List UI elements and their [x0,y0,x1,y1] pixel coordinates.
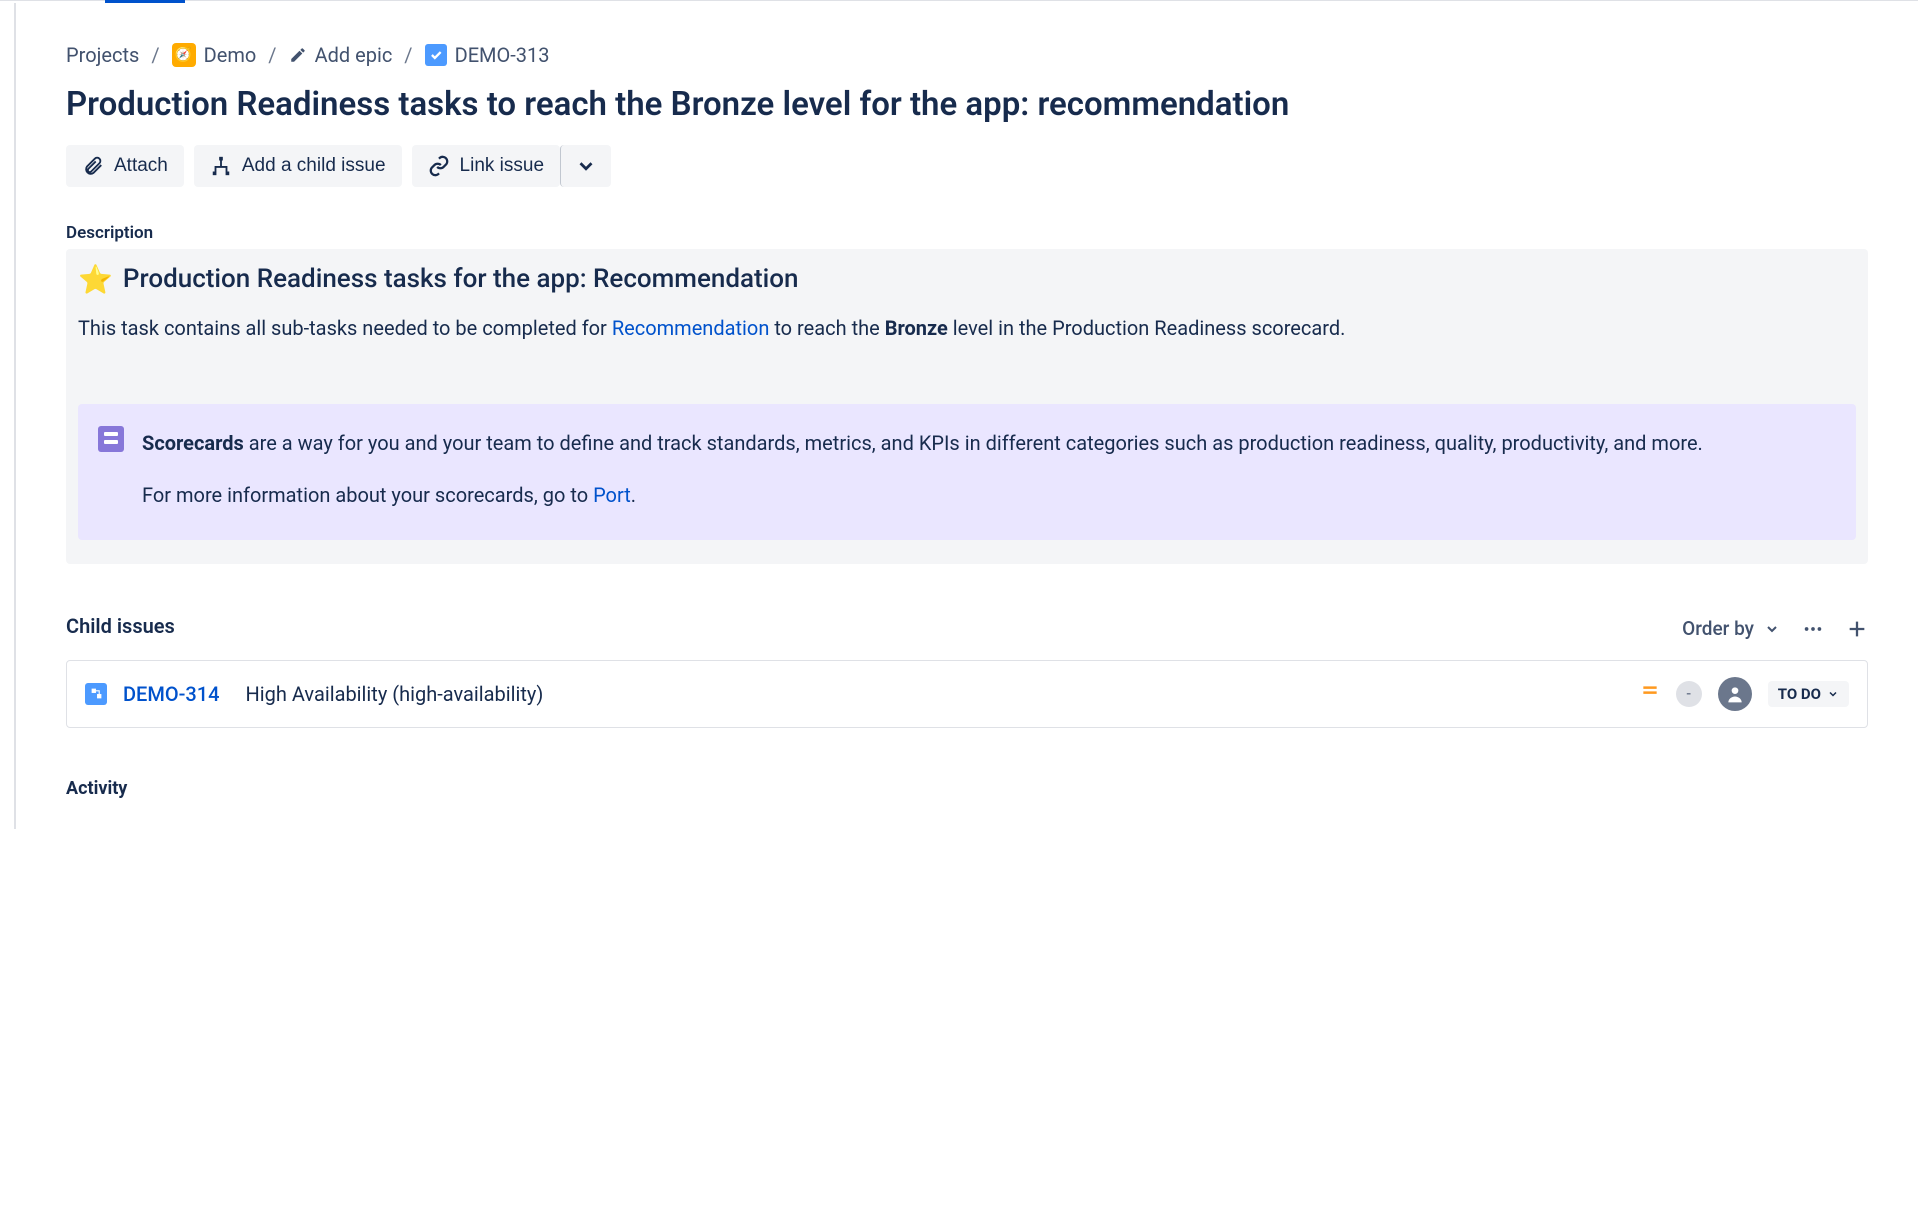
attach-button[interactable]: Attach [66,145,184,187]
breadcrumb-separator: / [268,43,276,67]
star-icon: ⭐ [78,263,113,296]
link-icon [428,155,450,177]
breadcrumb-issue[interactable]: DEMO-313 [425,43,550,67]
port-link[interactable]: Port [593,483,631,507]
description-panel[interactable]: ⭐ Production Readiness tasks for the app… [66,249,1868,564]
page-title[interactable]: Production Readiness tasks to reach the … [66,85,1868,125]
description-body: This task contains all sub-tasks needed … [78,312,1856,344]
breadcrumb-issue-key: DEMO-313 [455,43,550,67]
issue-actions: Attach Add a child issue Link issue [66,145,1868,187]
child-issues-label: Child issues [66,614,175,638]
child-issues-header: Child issues Order by [66,614,1868,644]
add-child-issue-inline-button[interactable] [1846,618,1868,640]
pencil-icon [289,46,307,64]
child-issue-icon [210,155,232,177]
chevron-down-icon [575,155,597,177]
priority-medium-icon [1640,681,1660,706]
breadcrumb-project-name: Demo [204,43,257,67]
breadcrumb-epic[interactable]: Add epic [289,43,393,67]
child-issue-summary[interactable]: High Availability (high-availability) [246,682,1624,706]
description-heading: ⭐ Production Readiness tasks for the app… [78,263,1856,296]
info-panel-text: Scorecards are a way for you and your te… [142,426,1703,512]
add-child-label: Add a child issue [242,155,386,177]
link-issue-more-button[interactable] [560,145,611,187]
chevron-down-icon [1764,621,1780,637]
child-more-actions-button[interactable] [1802,618,1824,640]
breadcrumb-separator: / [404,43,412,67]
info-panel: Scorecards are a way for you and your te… [78,404,1856,540]
subtask-type-icon [85,683,107,705]
attachment-icon [82,155,104,177]
task-type-icon [425,44,447,66]
project-icon: 🧭 [172,43,196,67]
child-issue-key[interactable]: DEMO-314 [123,682,220,706]
panel-info-icon [98,426,124,452]
order-by-dropdown[interactable]: Order by [1682,617,1780,640]
assignee-unassigned-chip[interactable]: - [1676,681,1702,707]
activity-label: Activity [66,778,1868,799]
chevron-down-icon [1827,688,1839,700]
more-horizontal-icon [1802,618,1824,640]
link-issue-button[interactable]: Link issue [412,145,561,187]
order-by-label: Order by [1682,617,1754,640]
child-issue-row[interactable]: DEMO-314 High Availability (high-availab… [66,660,1868,728]
breadcrumb-project[interactable]: 🧭 Demo [172,43,257,67]
child-issue-status[interactable]: TO DO [1768,681,1849,707]
breadcrumb: Projects / 🧭 Demo / Add epic / DEMO-313 [66,43,1868,67]
attach-label: Attach [114,155,168,177]
recommendation-link[interactable]: Recommendation [612,316,770,340]
unassigned-avatar-icon[interactable] [1718,677,1752,711]
description-heading-text: Production Readiness tasks for the app: … [123,264,799,294]
breadcrumb-epic-label: Add epic [315,43,393,67]
breadcrumb-separator: / [151,43,159,67]
status-label: TO DO [1778,685,1821,703]
breadcrumb-projects[interactable]: Projects [66,43,139,67]
description-label: Description [66,223,1868,243]
plus-icon [1846,618,1868,640]
link-issue-label: Link issue [460,155,545,177]
add-child-issue-button[interactable]: Add a child issue [194,145,402,187]
